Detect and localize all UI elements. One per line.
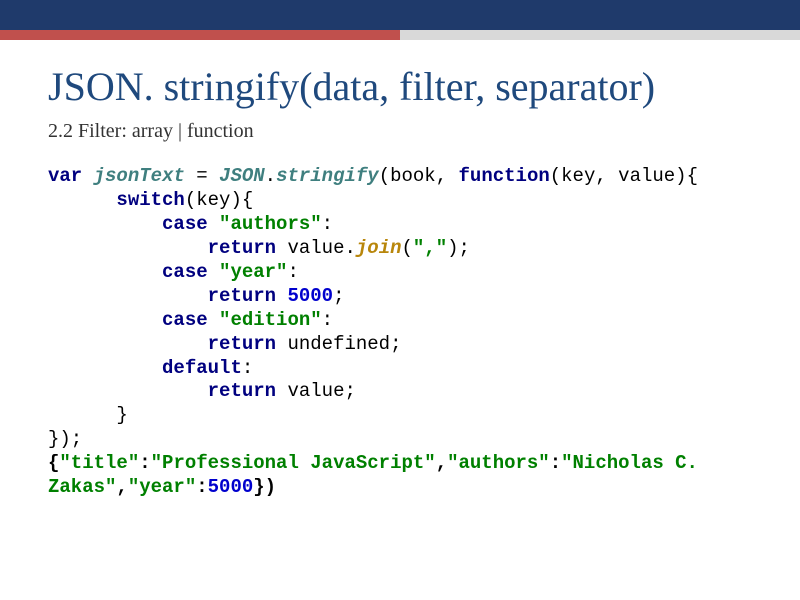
val-zakas-2: Zakas" <box>48 476 116 498</box>
num-5000: 5000 <box>287 285 333 307</box>
method-join: join <box>356 237 402 259</box>
kw-switch: switch <box>116 189 184 211</box>
str-edition: "edition" <box>219 309 322 331</box>
kw-return: return <box>208 237 276 259</box>
key-year: "year" <box>128 476 196 498</box>
kw-case: case <box>162 261 208 283</box>
str-comma: "," <box>413 237 447 259</box>
str-year: "year" <box>219 261 287 283</box>
slide-title: JSON. stringify(data, filter, separator) <box>48 64 752 110</box>
val-zakas-1: "Nicholas C. <box>561 452 709 474</box>
slide-subtitle: 2.2 Filter: array | function <box>48 120 752 143</box>
kw-default: default <box>162 357 242 379</box>
kw-return: return <box>208 333 276 355</box>
code-block: var jsonText = JSON.stringify(book, func… <box>48 165 752 500</box>
kw-case: case <box>162 309 208 331</box>
kw-return: return <box>208 380 276 402</box>
val-profjs: "Professional JavaScript" <box>151 452 436 474</box>
kw-case: case <box>162 213 208 235</box>
method-stringify: stringify <box>276 165 379 187</box>
kw-var: var <box>48 165 82 187</box>
str-authors: "authors" <box>219 213 322 235</box>
val-5000: 5000 <box>208 476 254 498</box>
key-authors: "authors" <box>447 452 550 474</box>
slide-content: JSON. stringify(data, filter, separator)… <box>0 40 800 500</box>
key-title: "title" <box>59 452 139 474</box>
header-bar <box>0 0 800 30</box>
ident-JSON: JSON <box>219 165 265 187</box>
ident-jsonText: jsonText <box>94 165 185 187</box>
stripe-gray <box>400 30 800 40</box>
divider-stripe <box>0 30 800 40</box>
stripe-red <box>0 30 400 40</box>
kw-function: function <box>459 165 550 187</box>
kw-return: return <box>208 285 276 307</box>
